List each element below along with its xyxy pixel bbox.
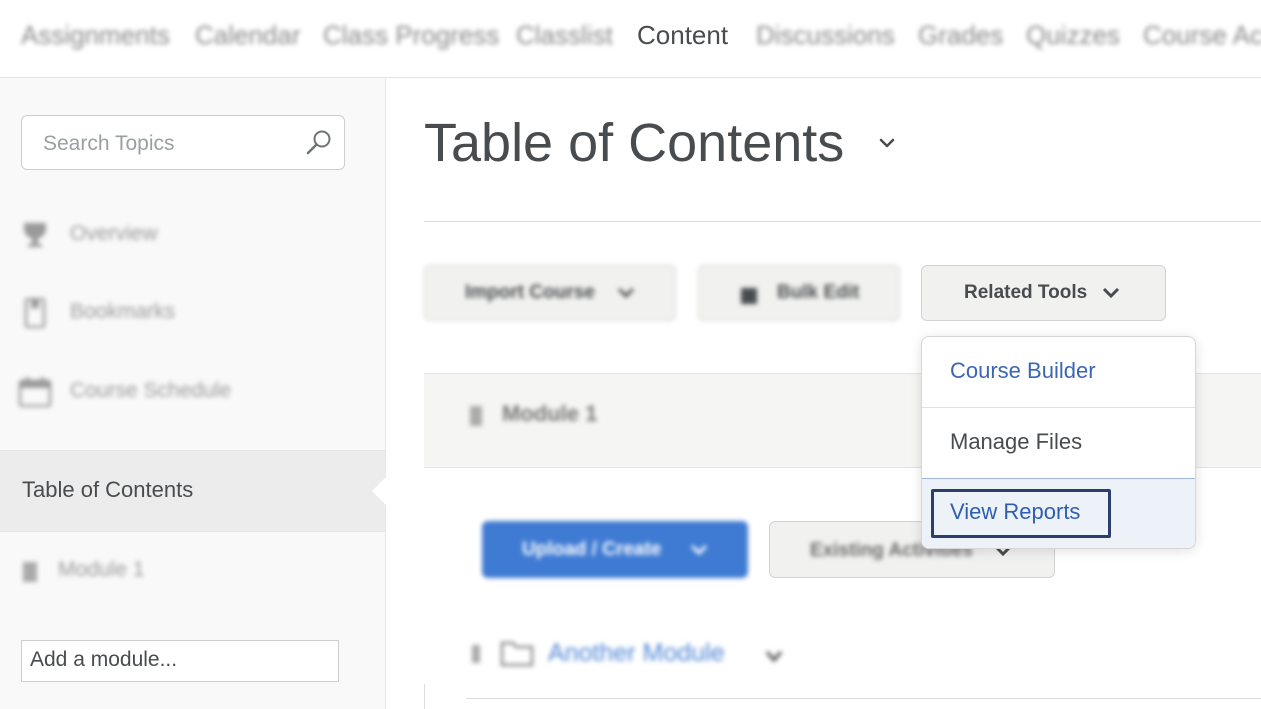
- menu-item-label: Course Builder: [950, 358, 1096, 383]
- add-module-field[interactable]: Add a module...: [21, 640, 339, 682]
- selection-notch: [372, 477, 386, 505]
- chevron-down-icon: [617, 287, 635, 299]
- page-title: Table of Contents: [424, 113, 845, 173]
- chevron-down-icon: [1102, 287, 1120, 299]
- search-topics-box: [21, 115, 345, 171]
- menu-item-label: View Reports: [950, 499, 1081, 524]
- chevron-down-icon: [690, 544, 708, 556]
- nav-item-class-progress[interactable]: Class Progress: [323, 20, 499, 51]
- top-navigation-bar: Assignments Calendar Class Progress Clas…: [0, 0, 1261, 78]
- import-course-label: Import Course: [465, 282, 595, 303]
- chevron-down-icon[interactable]: [876, 132, 898, 154]
- menu-item-view-reports[interactable]: View Reports: [922, 478, 1195, 548]
- divider: [424, 684, 425, 709]
- trophy-icon: [24, 223, 46, 247]
- sidebar-item-label: Module 1: [58, 558, 145, 581]
- related-tools-menu: Course Builder Manage Files View Reports: [921, 336, 1196, 549]
- chevron-down-icon[interactable]: [764, 649, 784, 665]
- drag-handle-icon[interactable]: [468, 404, 484, 428]
- nav-item-discussions[interactable]: Discussions: [756, 20, 895, 51]
- menu-item-label: Manage Files: [950, 429, 1083, 454]
- divider: [424, 221, 1261, 222]
- drag-handle-icon: [472, 645, 480, 663]
- related-tools-label: Related Tools: [964, 282, 1088, 303]
- folder-icon: [500, 641, 534, 667]
- upload-create-label: Upload / Create: [522, 539, 662, 560]
- nav-item-course-activities[interactable]: Course Ac: [1143, 20, 1261, 51]
- nav-item-assignments[interactable]: Assignments: [21, 20, 170, 51]
- bulk-edit-label: Bulk Edit: [777, 282, 860, 303]
- sidebar-item-label: Overview: [70, 222, 158, 245]
- import-course-button[interactable]: Import Course: [424, 265, 676, 321]
- nav-item-calendar[interactable]: Calendar: [195, 20, 301, 51]
- upload-create-button[interactable]: Upload / Create: [482, 521, 748, 578]
- search-topics-input[interactable]: [22, 116, 315, 171]
- another-module-link[interactable]: Another Module: [548, 639, 725, 668]
- module-card-title: Module 1: [502, 401, 598, 426]
- bookmark-icon: [24, 298, 46, 328]
- menu-item-course-builder[interactable]: Course Builder: [922, 337, 1195, 407]
- drag-handle-icon: [23, 562, 37, 582]
- nav-item-content[interactable]: Content: [637, 20, 728, 51]
- sidebar-item-label: Table of Contents: [22, 477, 194, 502]
- bulk-edit-button[interactable]: Bulk Edit: [698, 265, 900, 321]
- menu-item-manage-files[interactable]: Manage Files: [922, 408, 1195, 478]
- sidebar-item-label: Bookmarks: [70, 300, 176, 323]
- search-icon[interactable]: [304, 128, 334, 158]
- sidebar-item-table-of-contents[interactable]: Table of Contents: [0, 450, 386, 532]
- calendar-icon: [18, 377, 52, 407]
- nav-item-grades[interactable]: Grades: [918, 20, 1003, 51]
- nav-item-classlist[interactable]: Classlist: [516, 20, 613, 51]
- related-tools-button[interactable]: Related Tools: [921, 265, 1166, 321]
- edit-icon: [741, 288, 757, 304]
- divider: [466, 698, 1261, 699]
- content-sidebar: Overview Bookmarks Course Schedule Table…: [0, 78, 386, 709]
- nav-item-quizzes[interactable]: Quizzes: [1026, 20, 1120, 51]
- sidebar-item-label: Course Schedule: [70, 379, 232, 402]
